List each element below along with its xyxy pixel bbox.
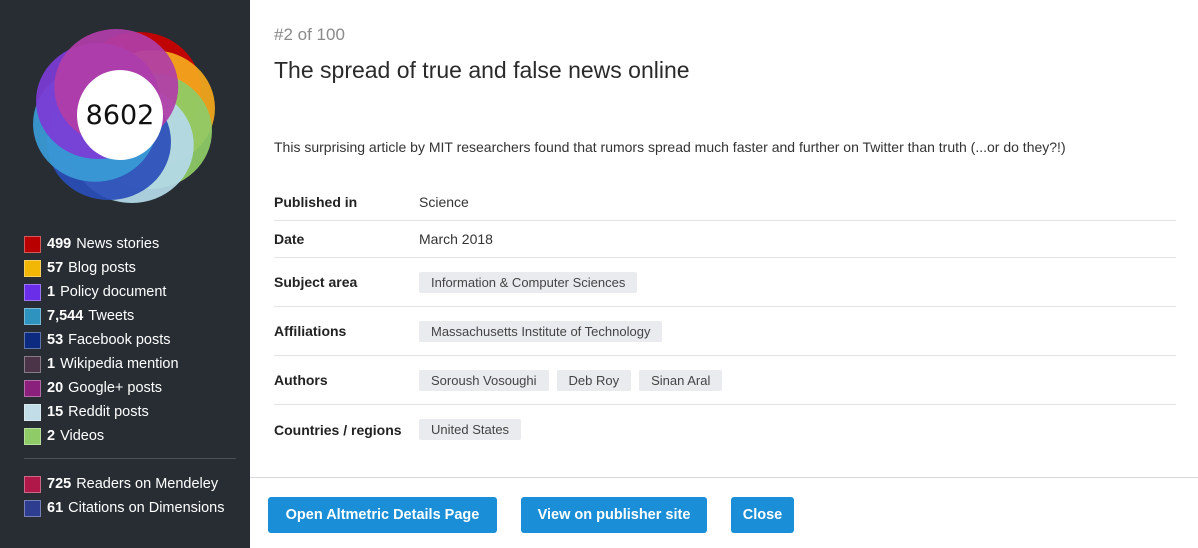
legend-count: 7,544 <box>47 308 84 324</box>
publisher-site-button[interactable]: View on publisher site <box>521 497 707 533</box>
legend-label: Facebook posts <box>68 332 171 348</box>
tag-chip[interactable]: Massachusetts Institute of Technology <box>419 320 663 342</box>
legend-count: 2 <box>47 428 56 444</box>
legend-swatch <box>24 355 41 373</box>
legend-item: 1 Policy document <box>24 280 236 304</box>
close-button[interactable]: Close <box>731 497 794 533</box>
legend-count: 1 <box>47 356 56 372</box>
legend-item: 61 Citations on Dimensions <box>24 496 236 520</box>
legend-label: Reddit posts <box>68 404 149 420</box>
legend-swatch <box>24 475 41 493</box>
legend-label: Blog posts <box>68 260 136 276</box>
published-label: Published in <box>274 194 358 210</box>
legend-label: Tweets <box>88 308 135 324</box>
affiliation-tags: Massachusetts Institute of Technology <box>419 320 663 342</box>
rank-label: #2 of 100 <box>274 25 345 44</box>
legend-divider <box>24 458 236 459</box>
attention-legend: 499 News stories 57 Blog posts 1 Policy docum… <box>24 232 236 520</box>
legend-label: Wikipedia mention <box>60 356 179 372</box>
authors-label: Authors <box>274 372 328 388</box>
legend-count: 61 <box>47 500 64 516</box>
legend-item: 20 Google+ posts <box>24 376 236 400</box>
legend-swatch <box>24 307 41 325</box>
legend-count: 53 <box>47 332 64 348</box>
legend-label: Policy document <box>60 284 167 300</box>
legend-label: Citations on Dimensions <box>68 500 225 516</box>
detail-row-affiliations: Affiliations Massachusetts Institute of … <box>274 307 1176 356</box>
legend-item: 499 News stories <box>24 232 236 256</box>
detail-row-authors: Authors Soroush Vosoughi Deb Roy Sinan Ara… <box>274 356 1176 405</box>
legend-swatch <box>24 499 41 517</box>
legend-swatch <box>24 283 41 301</box>
legend-item: 2 Videos <box>24 424 236 448</box>
tag-chip[interactable]: United States <box>419 419 522 440</box>
legend-count: 725 <box>47 476 72 492</box>
legend-item: 57 Blog posts <box>24 256 236 280</box>
countries-label: Countries / regions <box>274 421 402 438</box>
author-tags: Soroush Vosoughi Deb Roy Sinan Aral <box>419 369 723 391</box>
legend-swatch <box>24 379 41 397</box>
legend-count: 57 <box>47 260 64 276</box>
published-value: Science <box>419 194 469 210</box>
detail-row-countries: Countries / regions United States <box>274 405 1176 454</box>
tag-chip[interactable]: Information & Computer Sciences <box>419 271 638 293</box>
article-summary: This surprising article by MIT researche… <box>274 139 1066 155</box>
legend-item: 1 Wikipedia mention <box>24 352 236 376</box>
tag-chip[interactable]: Sinan Aral <box>639 369 723 391</box>
legend-swatch <box>24 427 41 445</box>
sidebar: 8602 499 News stories 57 Blog posts 1 Policy … <box>0 0 250 548</box>
legend-item: 725 Readers on Mendeley <box>24 472 236 496</box>
legend-swatch <box>24 259 41 277</box>
action-footer: Open Altmetric Details Page View on publ… <box>250 477 1198 548</box>
altmetric-score: 8602 <box>77 70 163 160</box>
tag-chip[interactable]: Deb Roy <box>556 369 632 391</box>
tag-chip[interactable]: Soroush Vosoughi <box>419 369 549 391</box>
legend-count: 20 <box>47 380 64 396</box>
legend-label: News stories <box>76 236 160 252</box>
legend-swatch <box>24 331 41 349</box>
legend-count: 15 <box>47 404 64 420</box>
legend-item: 53 Facebook posts <box>24 328 236 352</box>
legend-label: Videos <box>60 428 105 444</box>
detail-row-published: Published in Science <box>274 184 1176 221</box>
affiliations-label: Affiliations <box>274 323 347 339</box>
open-details-button[interactable]: Open Altmetric Details Page <box>268 497 497 533</box>
legend-count: 1 <box>47 284 56 300</box>
legend-swatch <box>24 235 41 253</box>
legend-label: Google+ posts <box>68 380 163 396</box>
detail-row-subject: Subject area Information & Computer Scie… <box>274 258 1176 307</box>
subject-tags: Information & Computer Sciences <box>419 271 638 293</box>
legend-swatch <box>24 403 41 421</box>
legend-item: 7,544 Tweets <box>24 304 236 328</box>
subject-label: Subject area <box>274 274 358 290</box>
legend-item: 15 Reddit posts <box>24 400 236 424</box>
article-title: The spread of true and false news online <box>274 57 690 83</box>
legend-count: 499 <box>47 236 72 252</box>
country-tags: United States <box>419 419 522 440</box>
detail-row-date: Date March 2018 <box>274 221 1176 258</box>
date-value: March 2018 <box>419 231 493 247</box>
date-label: Date <box>274 231 305 247</box>
article-details: Published in Science Date March 2018 Sub… <box>274 184 1176 454</box>
legend-label: Readers on Mendeley <box>76 476 219 492</box>
article-panel: #2 of 100 The spread of true and false n… <box>250 0 1198 548</box>
